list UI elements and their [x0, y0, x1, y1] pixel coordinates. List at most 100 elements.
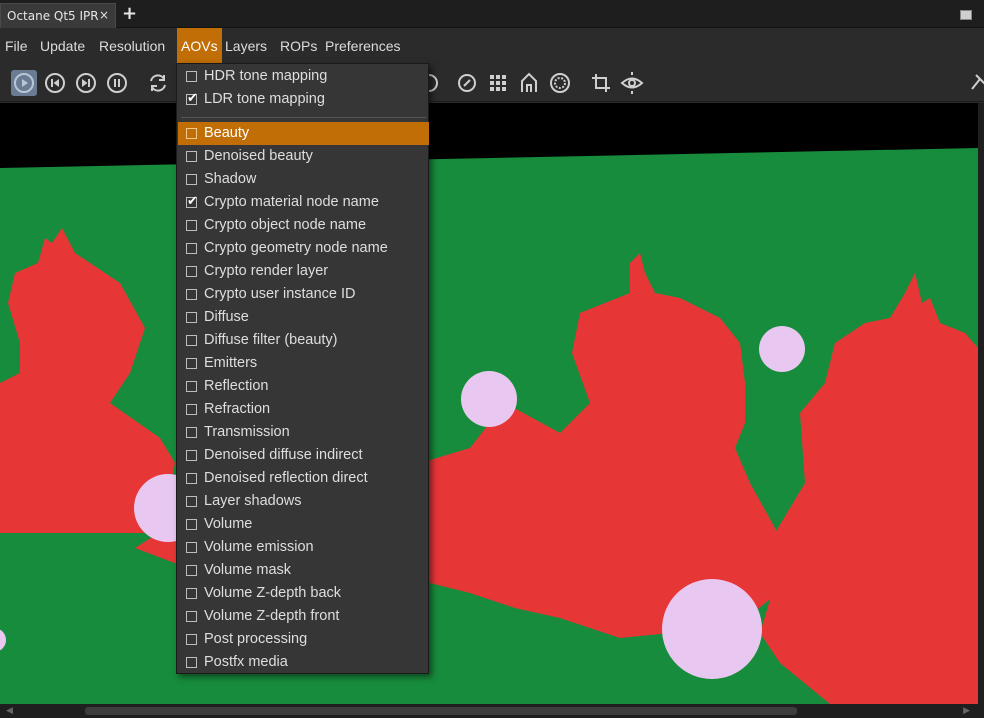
menu-item-shadow[interactable]: Shadow	[178, 168, 429, 191]
menu-item-layer-shadows[interactable]: Layer shadows	[178, 490, 429, 513]
play-icon[interactable]	[11, 70, 37, 96]
tab-octane-ipr[interactable]: Octane Qt5 IPR ×	[0, 3, 116, 28]
pause-icon[interactable]	[104, 70, 130, 96]
menu-item-ldr-tone-mapping[interactable]: ✔ LDR tone mapping	[178, 88, 429, 111]
checkbox-icon[interactable]	[186, 266, 197, 277]
pin-icon[interactable]	[965, 70, 984, 96]
checkbox-icon[interactable]	[186, 427, 197, 438]
menu-item-label: Diffuse filter (beauty)	[204, 332, 338, 348]
checkbox-icon[interactable]	[186, 358, 197, 369]
menu-item-volume-emission[interactable]: Volume emission	[178, 536, 429, 559]
checkbox-icon[interactable]	[186, 243, 197, 254]
checkbox-icon[interactable]	[186, 634, 197, 645]
checkbox-icon[interactable]	[186, 450, 197, 461]
checkbox-icon[interactable]	[186, 174, 197, 185]
menu-update[interactable]: Update	[40, 28, 85, 64]
checkbox-icon[interactable]	[186, 657, 197, 668]
sphere-upper-middle	[461, 371, 517, 427]
checkbox-icon[interactable]	[186, 611, 197, 622]
menu-item-diffuse[interactable]: Diffuse	[178, 306, 429, 329]
menu-item-denoised-diffuse-indirect[interactable]: Denoised diffuse indirect	[178, 444, 429, 467]
grid-icon[interactable]	[485, 70, 511, 96]
scroll-thumb[interactable]	[85, 707, 797, 715]
menu-file[interactable]: File	[5, 28, 28, 64]
menu-item-label: Volume Z-depth back	[204, 585, 342, 601]
checkbox-icon[interactable]	[186, 128, 197, 139]
menu-item-post-processing[interactable]: Post processing	[178, 628, 429, 651]
checkbox-icon[interactable]	[186, 289, 197, 300]
menu-item-denoised-reflection-direct[interactable]: Denoised reflection direct	[178, 467, 429, 490]
sphere-lower-middle	[662, 579, 762, 679]
menu-item-volume-mask[interactable]: Volume mask	[178, 559, 429, 582]
menu-item-diffuse-filter-beauty[interactable]: Diffuse filter (beauty)	[178, 329, 429, 352]
scroll-right-arrow-icon[interactable]: ▶	[963, 706, 970, 716]
menu-item-label: Crypto render layer	[204, 263, 329, 279]
menu-item-label: Refraction	[204, 401, 271, 417]
add-tab-icon[interactable]: +	[122, 3, 137, 24]
menu-rops[interactable]: ROPs	[280, 28, 317, 64]
skip-forward-icon[interactable]	[73, 70, 99, 96]
menu-item-label: Reflection	[204, 378, 269, 394]
menu-item-hdr-tone-mapping[interactable]: HDR tone mapping	[178, 65, 429, 88]
menu-item-postfx-media[interactable]: Postfx media	[178, 651, 429, 674]
menu-layers[interactable]: Layers	[225, 28, 267, 64]
checkbox-icon[interactable]	[186, 404, 197, 415]
skip-back-icon[interactable]	[42, 70, 68, 96]
menu-item-crypto-user-instance-id[interactable]: Crypto user instance ID	[178, 283, 429, 306]
menu-item-label: HDR tone mapping	[204, 68, 328, 84]
dotted-circle-icon[interactable]	[547, 70, 573, 96]
menu-item-reflection[interactable]: Reflection	[178, 375, 429, 398]
eye-pick-icon[interactable]	[619, 70, 645, 96]
checkbox-icon[interactable]	[186, 312, 197, 323]
menu-item-volume-z-depth-front[interactable]: Volume Z-depth front	[178, 605, 429, 628]
menu-item-beauty[interactable]: Beauty	[178, 122, 429, 145]
aovs-dropdown-menu: HDR tone mapping ✔ LDR tone mapping Beauty D…	[176, 63, 429, 674]
checkbox-icon[interactable]	[186, 381, 197, 392]
menu-item-transmission[interactable]: Transmission	[178, 421, 429, 444]
checkbox-icon[interactable]	[186, 565, 197, 576]
render-viewport[interactable]	[0, 103, 978, 704]
home-icon[interactable]	[516, 70, 542, 96]
menu-item-crypto-geometry-node-name[interactable]: Crypto geometry node name	[178, 237, 429, 260]
checkbox-icon[interactable]	[186, 588, 197, 599]
checkbox-icon[interactable]	[186, 542, 197, 553]
crop-icon[interactable]	[588, 70, 614, 96]
menu-item-crypto-material-node-name[interactable]: ✔ Crypto material node name	[178, 191, 429, 214]
menu-item-crypto-object-node-name[interactable]: Crypto object node name	[178, 214, 429, 237]
menu-item-label: LDR tone mapping	[204, 91, 325, 107]
checkbox-icon[interactable]	[186, 71, 197, 82]
menu-item-label: Beauty	[204, 125, 250, 141]
checkbox-icon[interactable]	[186, 220, 197, 231]
tab-title: Octane Qt5 IPR	[7, 9, 99, 23]
menu-item-label: Volume	[204, 516, 253, 532]
checkbox-icon[interactable]	[186, 335, 197, 346]
refresh-icon[interactable]	[145, 70, 171, 96]
menu-item-label: Diffuse	[204, 309, 249, 325]
menu-item-label: Layer shadows	[204, 493, 302, 509]
clock-dial-icon[interactable]	[454, 70, 480, 96]
toolbar	[0, 64, 984, 102]
menu-preferences[interactable]: Preferences	[325, 28, 400, 64]
checkbox-icon[interactable]	[186, 151, 197, 162]
menu-bar: File Update Resolution AOVs Layers ROPs …	[0, 28, 984, 64]
menu-item-refraction[interactable]: Refraction	[178, 398, 429, 421]
menu-aovs[interactable]: AOVs	[177, 28, 222, 64]
checkbox-checked-icon[interactable]: ✔	[186, 91, 198, 105]
menu-separator	[181, 117, 426, 118]
menu-item-crypto-render-layer[interactable]: Crypto render layer	[178, 260, 429, 283]
tab-close-icon[interactable]: ×	[99, 8, 109, 22]
menu-item-denoised-beauty[interactable]: Denoised beauty	[178, 145, 429, 168]
menu-item-volume[interactable]: Volume	[178, 513, 429, 536]
menu-item-volume-z-depth-back[interactable]: Volume Z-depth back	[178, 582, 429, 605]
checkbox-icon[interactable]	[186, 473, 197, 484]
menu-resolution[interactable]: Resolution	[99, 28, 165, 64]
window-maximize-icon[interactable]	[960, 10, 972, 20]
checkbox-icon[interactable]	[186, 519, 197, 530]
scroll-left-arrow-icon[interactable]: ◀	[6, 706, 13, 716]
horizontal-scrollbar[interactable]: ◀ ▶	[0, 704, 984, 718]
checkbox-checked-icon[interactable]: ✔	[186, 193, 198, 208]
vertical-scrollbar[interactable]	[978, 103, 984, 704]
checkbox-icon[interactable]	[186, 496, 197, 507]
menu-item-emitters[interactable]: Emitters	[178, 352, 429, 375]
checkmark-icon: ✔	[187, 193, 198, 208]
